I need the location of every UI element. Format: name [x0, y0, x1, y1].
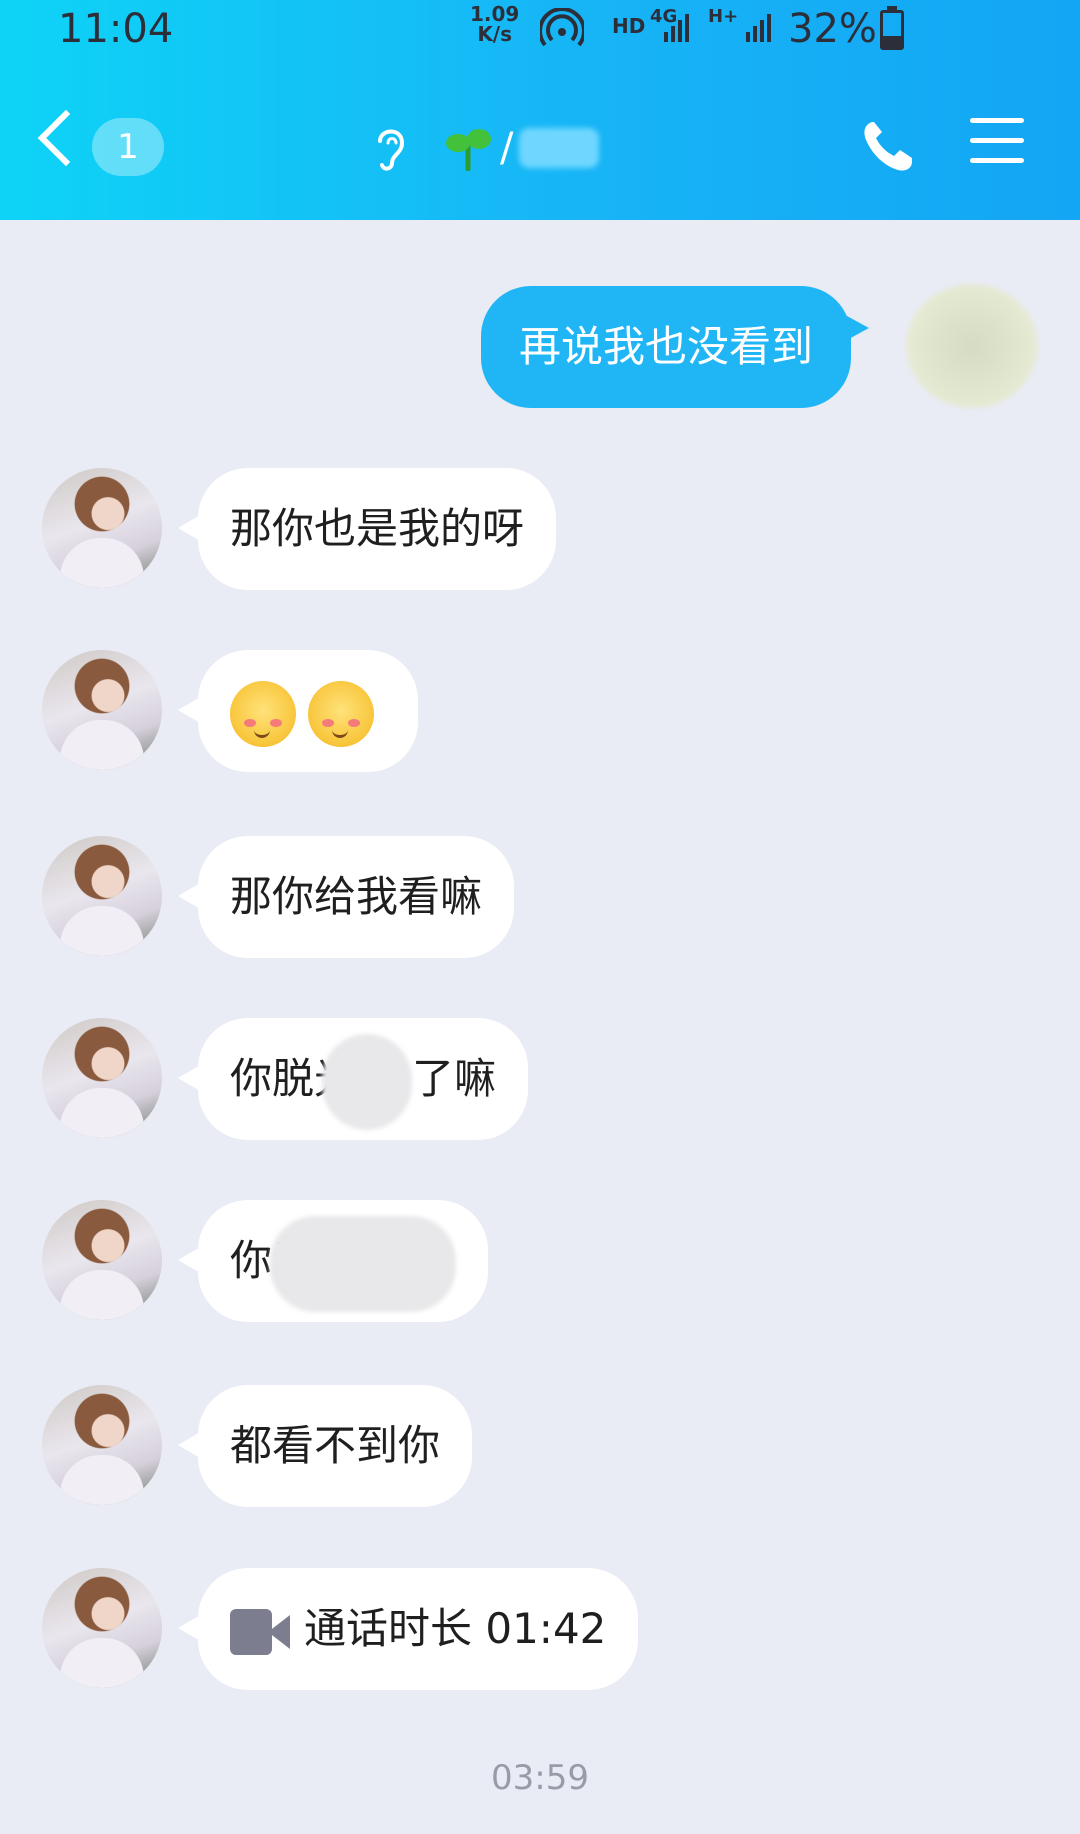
avatar[interactable] — [42, 836, 162, 956]
call-record-bubble[interactable]: 通话时长 01:42 — [177, 1568, 639, 1690]
avatar[interactable] — [42, 1385, 162, 1505]
signal-icon — [664, 14, 689, 42]
menu-line — [970, 118, 1024, 123]
speed-value: 1.09 — [470, 2, 520, 26]
hd-label: HD — [612, 14, 646, 38]
self-avatar[interactable] — [906, 284, 1038, 408]
hotspot-icon — [540, 8, 584, 47]
net-hplus-label: H+ — [708, 6, 739, 27]
status-bar: 11:04 1.09 K/s HD 4G H+ 32% — [0, 0, 1080, 60]
sprout-icon — [446, 129, 491, 171]
battery-level — [883, 36, 901, 47]
signal-icon — [746, 14, 771, 42]
unread-count-badge[interactable]: 1 — [92, 118, 164, 176]
redacted-blur — [270, 1215, 457, 1312]
sent-message-bubble[interactable]: 再说我也没看到 — [481, 286, 870, 408]
menu-line — [970, 138, 1024, 143]
redacted-name-blur — [519, 128, 600, 168]
header-bar: 11:04 1.09 K/s HD 4G H+ 32% 1 / — [0, 0, 1080, 220]
avatar[interactable] — [42, 1200, 162, 1320]
avatar[interactable] — [42, 650, 162, 770]
message-text: 了嘛 — [412, 1054, 497, 1103]
speed-unit: K/s — [477, 22, 513, 46]
status-time: 11:04 — [58, 6, 174, 52]
phone-icon[interactable] — [860, 118, 916, 174]
battery-percent: 32% — [788, 6, 877, 52]
received-message-bubble[interactable]: 那你给我看嘛 — [177, 836, 515, 958]
battery-icon — [880, 6, 904, 50]
received-message-bubble[interactable]: 都看不到你 — [177, 1385, 473, 1507]
avatar[interactable] — [42, 1018, 162, 1138]
network-speed: 1.09 K/s — [470, 4, 519, 44]
ear-icon[interactable] — [370, 123, 410, 173]
blush-emoji-icon — [308, 680, 374, 747]
menu-icon[interactable] — [970, 118, 1024, 166]
avatar[interactable] — [42, 1568, 162, 1688]
received-message-bubble[interactable] — [178, 650, 418, 772]
message-timestamp: 03:59 — [491, 1758, 589, 1798]
avatar[interactable] — [42, 468, 162, 588]
back-icon[interactable] — [37, 109, 95, 167]
call-duration-text: 通话时长 01:42 — [304, 1604, 607, 1653]
blush-emoji-icon — [230, 680, 296, 747]
chat-title[interactable]: / — [370, 118, 600, 178]
video-call-icon — [230, 1608, 290, 1655]
redacted-blur — [322, 1033, 413, 1130]
received-message-bubble[interactable]: 那你也是我的呀 — [177, 468, 557, 590]
contact-name: / — [500, 125, 514, 171]
received-message-bubble[interactable]: 你看 — [177, 1200, 489, 1322]
menu-line — [970, 158, 1024, 163]
received-message-bubble[interactable]: 你脱光 了嘛 — [177, 1018, 529, 1140]
